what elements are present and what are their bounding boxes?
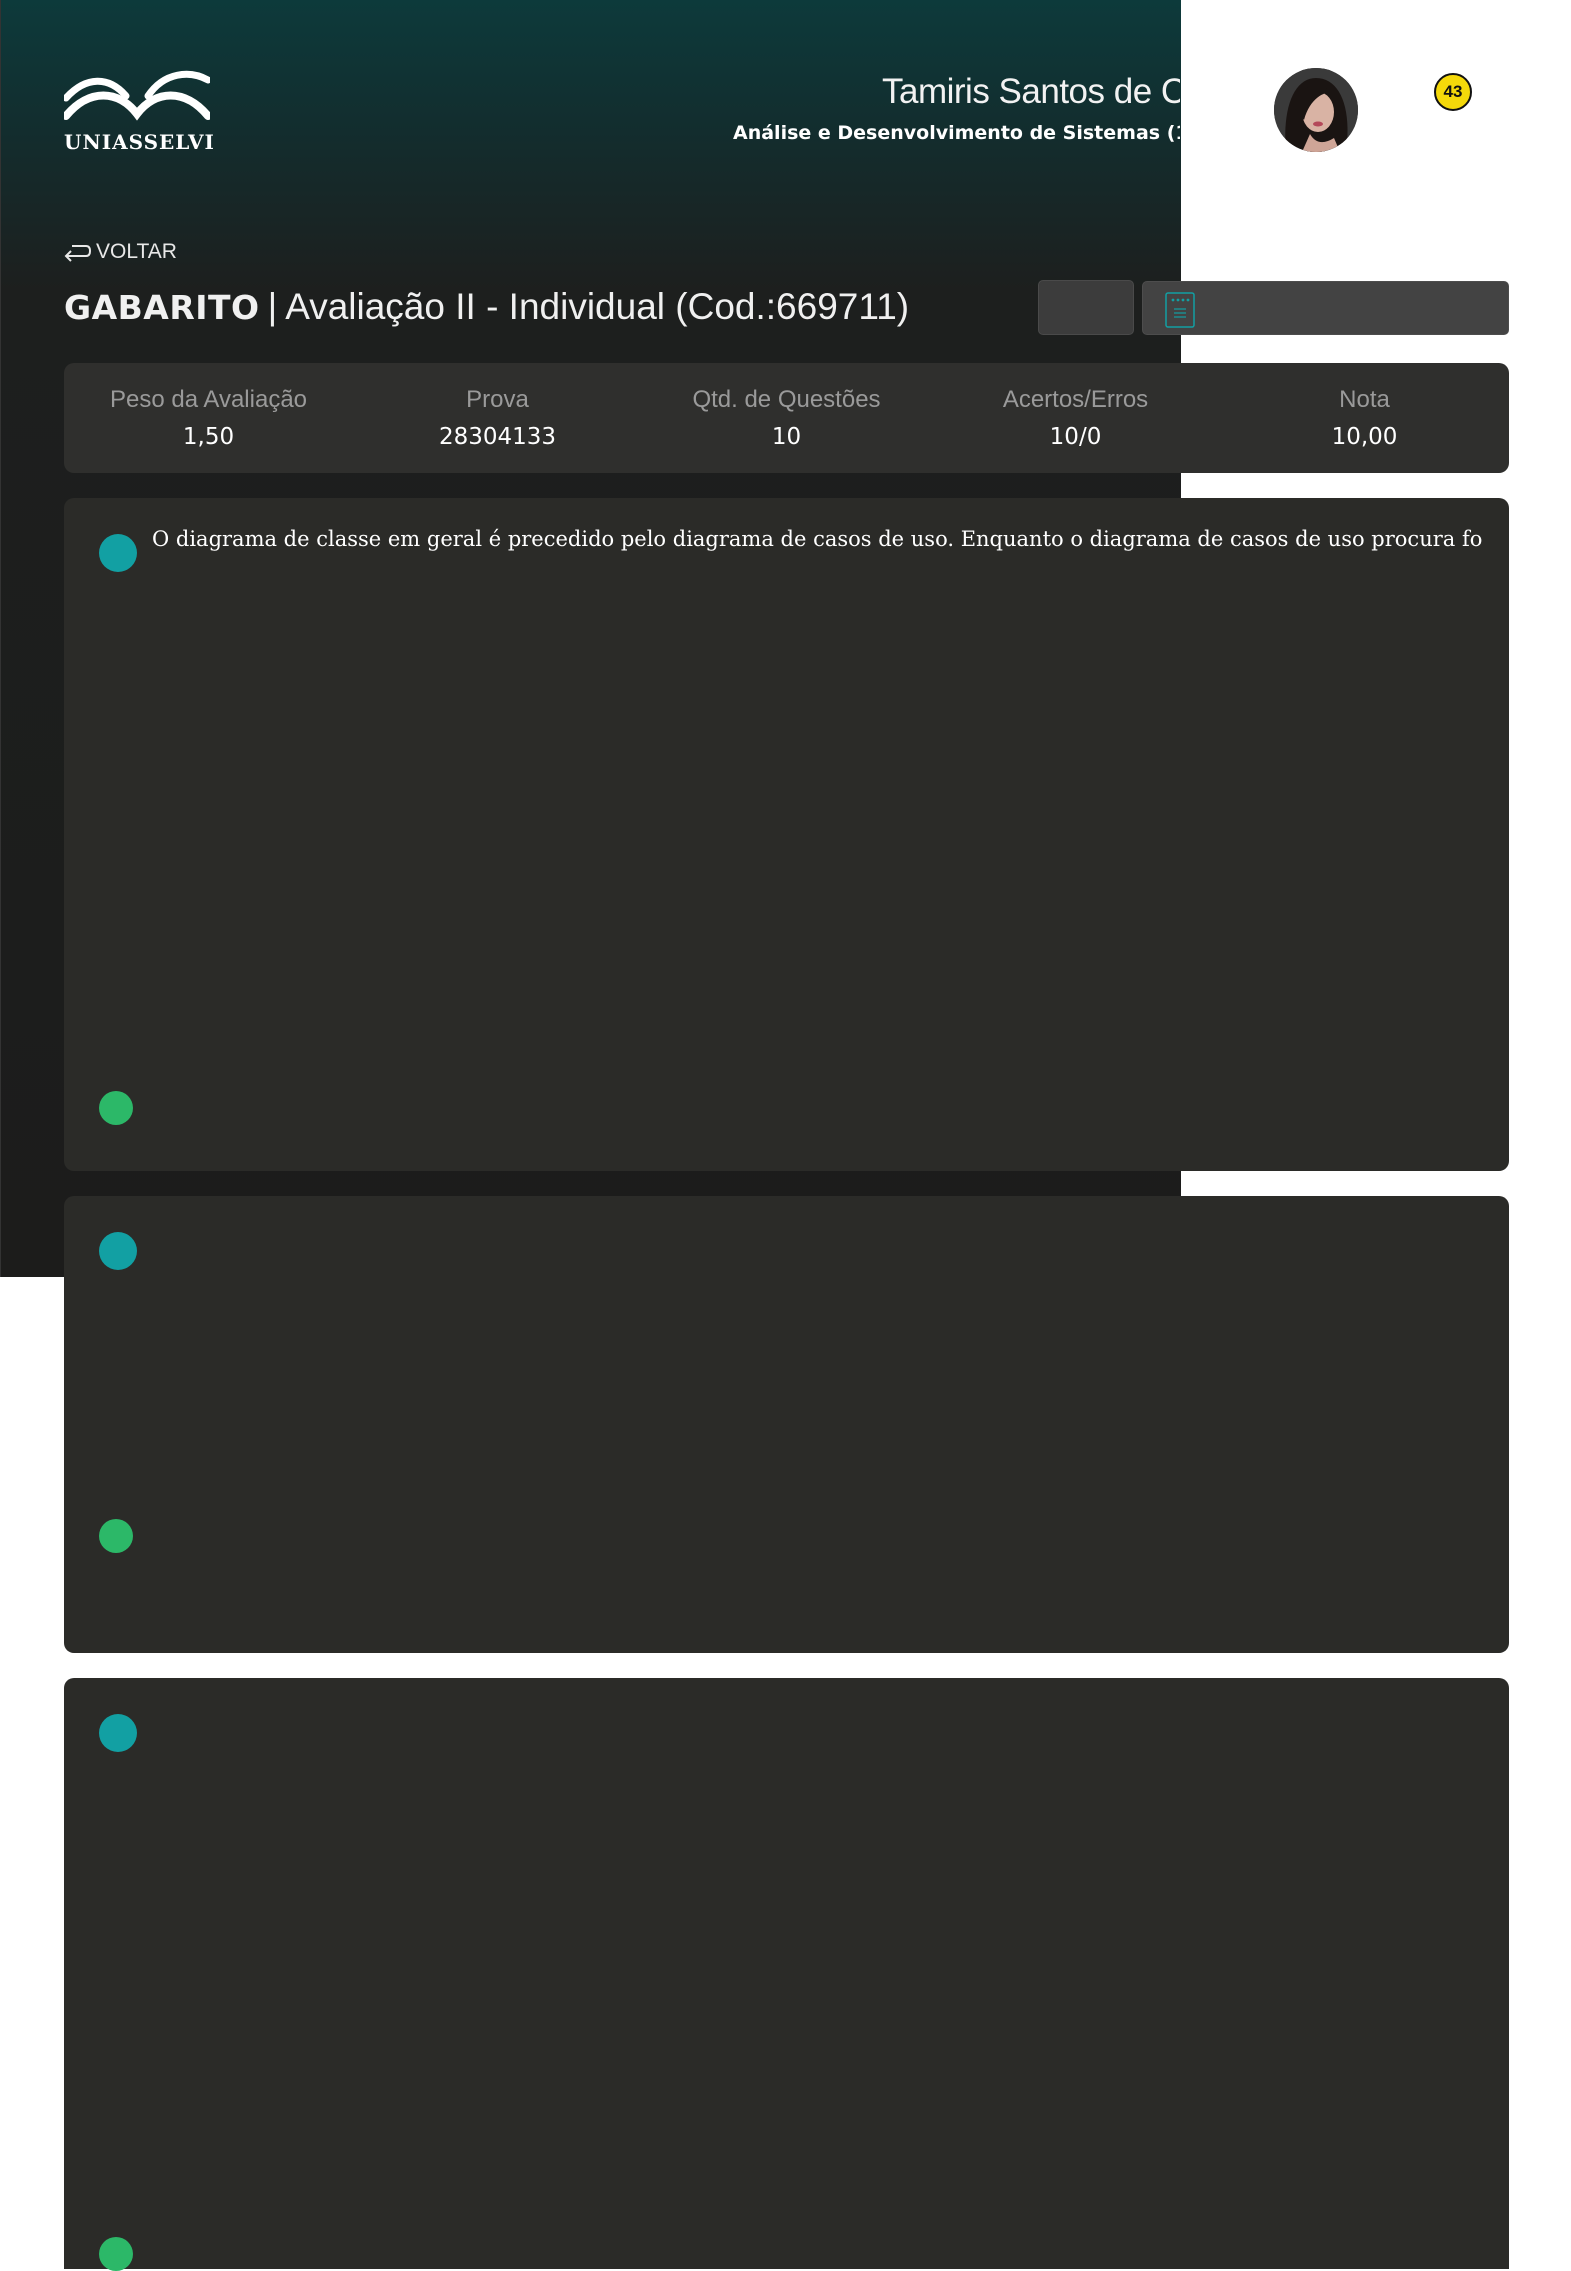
uniasselvi-logo[interactable]: UNIASSELVI	[64, 68, 214, 154]
stat-label: Qtd. de Questões	[692, 386, 881, 413]
stat-value: 10	[771, 424, 802, 450]
stat-label: Prova	[466, 386, 529, 413]
correct-answer-marker	[99, 2237, 133, 2271]
correct-answer-marker	[99, 1091, 133, 1125]
back-label: VOLTAR	[96, 240, 177, 263]
stat-value: 10/0	[1049, 424, 1102, 450]
back-link[interactable]: VOLTAR	[64, 240, 177, 264]
stat-weight: Peso da Avaliação 1,50	[64, 386, 353, 450]
document-button[interactable]	[1142, 281, 1509, 335]
question-number-marker	[99, 534, 137, 572]
page-title: GABARITO | Avaliação II - Individual (Cod.…	[64, 286, 909, 328]
stat-value: 10,00	[1331, 424, 1398, 450]
stat-exam: Prova 28304133	[353, 386, 642, 450]
question-card: O diagrama de classe em geral é precedid…	[64, 498, 1509, 1171]
notification-badge[interactable]: 43	[1434, 73, 1472, 111]
page-title-strong: GABARITO	[64, 288, 260, 327]
stat-value: 1,50	[182, 424, 235, 450]
stat-label: Nota	[1339, 386, 1390, 413]
action-button[interactable]	[1038, 280, 1134, 335]
stat-label: Acertos/Erros	[1002, 386, 1149, 413]
stat-value: 28304133	[438, 424, 557, 450]
stat-label: Peso da Avaliação	[109, 386, 308, 413]
user-name: Tamiris Santos de Car	[882, 72, 1180, 111]
back-arrow-icon	[64, 245, 92, 262]
question-card	[64, 1196, 1509, 1653]
question-number-marker	[99, 1232, 137, 1270]
question-text: O diagrama de classe em geral é precedid…	[152, 527, 1482, 551]
question-card	[64, 1678, 1509, 2271]
user-course: Análise e Desenvolvimento de Sistemas (1…	[733, 122, 1180, 144]
logo-text: UNIASSELVI	[64, 130, 215, 154]
stat-grade: Nota 10,00	[1220, 386, 1509, 450]
question-number-marker	[99, 1714, 137, 1752]
user-photo-icon	[1274, 68, 1358, 152]
page-title-separator: |	[267, 286, 278, 327]
correct-answer-marker	[99, 1519, 133, 1553]
logo-book-icon	[64, 70, 210, 121]
stat-correct-wrong: Acertos/Erros 10/0	[931, 386, 1220, 450]
stat-question-count: Qtd. de Questões 10	[642, 386, 931, 450]
page-title-rest: Avaliação II - Individual (Cod.:669711)	[285, 286, 910, 327]
avatar[interactable]	[1274, 68, 1358, 152]
document-icon	[1165, 292, 1195, 328]
stats-bar: Peso da Avaliação 1,50 Prova 28304133 Qt…	[64, 363, 1509, 473]
